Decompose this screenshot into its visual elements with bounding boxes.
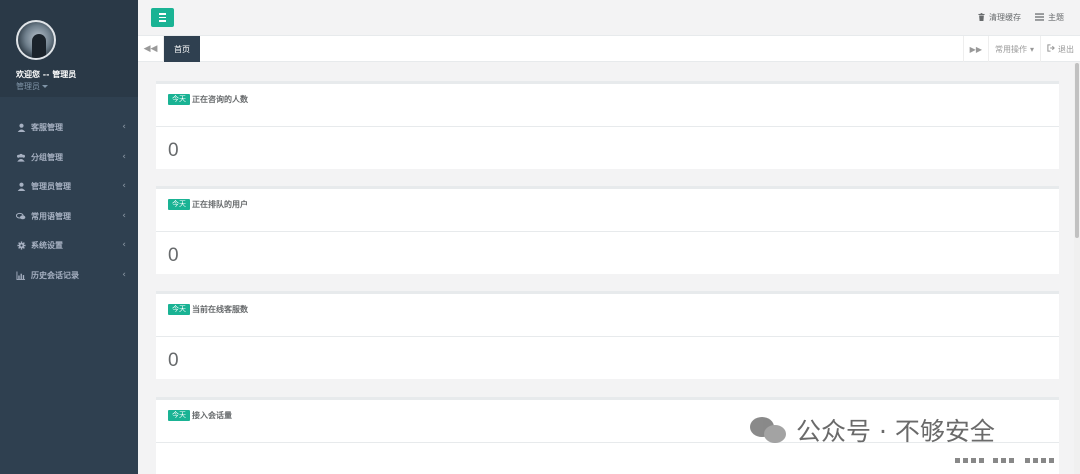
sidebar-item-label: 分组管理 (31, 152, 63, 162)
sidebar-item-label: 历史会话记录 (31, 270, 79, 280)
clear-cache-label: 清理缓存 (989, 13, 1021, 22)
card-value: 0 (168, 245, 179, 266)
tab-scroll-left-button[interactable]: ◀◀ (138, 36, 164, 62)
hamburger-line (159, 20, 166, 22)
watermark: 公众号 · 不够安全 (750, 412, 995, 448)
common-ops-label: 常用操作 (994, 44, 1027, 54)
users-icon (16, 152, 26, 162)
chevron-left-icon: ‹ (122, 210, 126, 221)
sidebar-item-groups[interactable]: 分组管理 ‹ (0, 143, 138, 173)
card-title: 正在排队的用户 (192, 200, 248, 209)
card-title: 正在咨询的人数 (192, 95, 248, 104)
stat-card-queue: 今天 正在排队的用户 0 (156, 186, 1059, 274)
user-icon (16, 182, 26, 192)
backward-icon: ◀◀ (143, 44, 158, 54)
tab-bar-right: ▶▶ 常用操作 ▾ 退出 (962, 36, 1080, 62)
card-value: 0 (168, 140, 179, 161)
welcome-text: 欢迎您 -- 管理员 (16, 70, 77, 79)
bar-chart-icon (16, 270, 26, 280)
stat-card-consulting: 今天 正在咨询的人数 0 (156, 81, 1059, 169)
today-badge: 今天 (168, 94, 190, 105)
chevron-left-icon: ‹ (122, 181, 126, 191)
card-title: 当前在线客服数 (192, 305, 248, 314)
card-header: 今天 正在排队的用户 (156, 189, 1059, 232)
today-badge: 今天 (168, 304, 190, 315)
caret-down-icon (42, 85, 48, 88)
chevron-left-icon: ‹ (122, 151, 126, 162)
top-navbar: 清理缓存 主题 (138, 0, 1080, 36)
card-value: 0 (168, 350, 179, 371)
logout-label: 退出 (1058, 44, 1074, 54)
gear-icon (16, 241, 26, 251)
caret-down-icon: ▾ (1029, 44, 1034, 54)
wechat-icon (750, 415, 788, 445)
theme-button[interactable]: 主题 (1035, 12, 1064, 23)
card-title: 接入会话量 (192, 411, 232, 420)
tab-bar: ◀◀ 首页 ▶▶ 常用操作 ▾ 退出 (138, 36, 1080, 62)
sidebar-item-phrases[interactable]: 常用语管理 ‹ (0, 202, 138, 232)
watermark-text: 公众号 · 不够安全 (796, 417, 995, 446)
sidebar-item-admins[interactable]: 管理员管理 ‹ (0, 172, 138, 202)
sidebar-item-label: 系统设置 (31, 241, 63, 251)
user-icon (16, 123, 26, 133)
clear-cache-button[interactable]: 清理缓存 (978, 12, 1021, 23)
card-header: 今天 正在咨询的人数 (156, 84, 1059, 127)
logout-button[interactable]: 退出 (1040, 36, 1080, 62)
sidebar-item-label: 客服管理 (31, 123, 63, 133)
top-right-actions: 清理缓存 主题 (978, 12, 1064, 23)
trash-icon (978, 12, 985, 23)
redacted-strip (955, 458, 1054, 463)
today-badge: 今天 (168, 199, 190, 210)
stat-card-online-agents: 今天 当前在线客服数 0 (156, 291, 1059, 379)
sidebar-item-history[interactable]: 历史会话记录 ‹ (0, 261, 138, 291)
role-dropdown[interactable]: 管理员 (16, 81, 48, 92)
hamburger-line (159, 16, 166, 19)
tab-home[interactable]: 首页 (164, 36, 200, 62)
list-icon (1035, 12, 1044, 23)
scrollbar-thumb[interactable] (1075, 63, 1079, 238)
sidebar-item-label: 管理员管理 (31, 182, 71, 192)
tab-home-label: 首页 (174, 44, 190, 54)
comments-icon (16, 211, 26, 221)
common-ops-dropdown[interactable]: 常用操作 ▾ (987, 36, 1040, 62)
theme-label: 主题 (1048, 13, 1064, 22)
forward-icon: ▶▶ (969, 44, 982, 54)
chevron-left-icon: ‹ (122, 269, 126, 280)
sidebar-item-label: 常用语管理 (31, 211, 71, 221)
tab-scroll-right-button[interactable]: ▶▶ (962, 36, 988, 62)
today-badge: 今天 (168, 410, 190, 421)
profile-panel: 欢迎您 -- 管理员 管理员 (0, 0, 138, 97)
card-header: 今天 当前在线客服数 (156, 294, 1059, 337)
role-label: 管理员 (16, 82, 40, 91)
chevron-left-icon: ‹ (122, 122, 126, 132)
avatar[interactable] (16, 20, 56, 60)
menu-toggle-button[interactable] (151, 8, 174, 27)
chevron-left-icon: ‹ (122, 240, 126, 250)
hamburger-line (159, 13, 166, 15)
sidebar-item-settings[interactable]: 系统设置 ‹ (0, 231, 138, 261)
sidebar-item-customer-service[interactable]: 客服管理 ‹ (0, 113, 138, 143)
sidebar-menu: 客服管理 ‹ 分组管理 ‹ 管理员管理 ‹ 常用语管理 ‹ 系统设置 ‹ 历史会… (0, 113, 138, 290)
vertical-scrollbar[interactable] (1074, 63, 1080, 474)
sidebar: 欢迎您 -- 管理员 管理员 客服管理 ‹ 分组管理 ‹ 管理员管理 ‹ 常用语… (0, 0, 138, 474)
sign-out-icon (1047, 44, 1055, 54)
